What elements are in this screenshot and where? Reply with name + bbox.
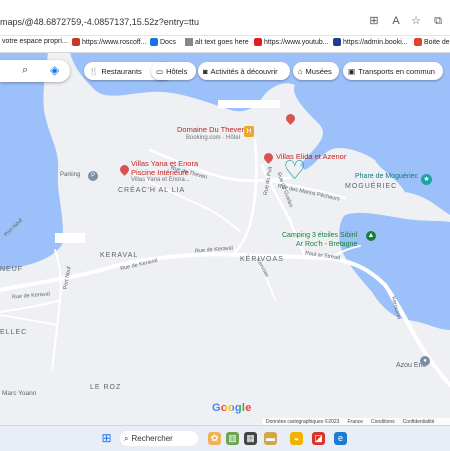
road-port-neuf xyxy=(51,249,62,371)
google-logo: Google xyxy=(212,402,252,414)
business-pin-icon[interactable]: ● xyxy=(420,356,430,366)
bookmark-label: https://www.youtub... xyxy=(264,38,329,46)
docs-icon xyxy=(150,38,158,46)
taskbar: ⊞ ⌕ Rechercher ✿ ▥ ▦ ▬ ◒ ◪ e xyxy=(0,425,450,451)
chip-label: Hôtels xyxy=(166,66,188,76)
youtube-icon xyxy=(254,38,262,46)
train-icon: ▣ xyxy=(348,66,356,76)
taskbar-search[interactable]: ⌕ Rechercher xyxy=(120,431,198,446)
sea-west xyxy=(0,53,63,270)
chip-transports[interactable]: ▣ Transports en commun xyxy=(343,62,443,80)
edge-browser-icon[interactable]: e xyxy=(334,432,347,445)
map-data-credit: Données cartographiques ©2023 xyxy=(266,418,340,425)
bookmark-item[interactable]: https://admin.booki... xyxy=(333,38,408,46)
map-graphic xyxy=(0,53,450,387)
task-view-icon[interactable]: ▦ xyxy=(244,432,257,445)
search-icon: ⌕ xyxy=(124,433,129,443)
chip-label: Activités à découvrir xyxy=(210,66,278,76)
road-keraval-sw xyxy=(0,299,61,313)
bookmarks-bar: votre espace propri... https://www.rosco… xyxy=(0,36,450,53)
mail-icon xyxy=(414,38,422,46)
country-label[interactable]: France xyxy=(347,419,363,425)
terms-link[interactable]: Conditions xyxy=(371,419,395,425)
place-domaine-label[interactable]: Domaine Du Theven xyxy=(177,125,246,134)
address-field[interactable]: maps/@48.6872759,-4.0857137,15.52z?entry… xyxy=(0,17,199,27)
redacted-block xyxy=(55,233,85,243)
place-camping[interactable]: Camping 3 étoiles Sibiril xyxy=(282,231,357,240)
chip-label: Transports en commun xyxy=(358,66,435,76)
bookmark-label: Docs xyxy=(160,38,176,46)
photos-icon[interactable]: ◒ xyxy=(290,432,303,445)
lighthouse-icon[interactable]: ★ xyxy=(421,174,432,185)
place-phare[interactable]: Phare de Moguériec xyxy=(355,173,418,180)
image-icon xyxy=(185,38,193,46)
chip-musees[interactable]: ⌂ Musées xyxy=(293,62,339,80)
area-le-roz: LE ROZ xyxy=(90,384,122,391)
app-icon[interactable]: ◪ xyxy=(312,432,325,445)
directions-icon[interactable]: ◈ xyxy=(50,63,59,77)
heart-icon[interactable]: ♡ xyxy=(283,157,306,183)
parking-label[interactable]: Parking xyxy=(60,172,80,178)
area-creach: CRÉAC'H AL LIA xyxy=(118,187,186,194)
extensions-icon[interactable]: ⊞ xyxy=(368,15,380,27)
search-icon[interactable]: ⌕ xyxy=(22,64,28,77)
google-logo-text: Google xyxy=(212,402,252,414)
site-favicon-icon xyxy=(72,38,80,46)
bookmark-item[interactable]: https://www.roscoff... xyxy=(72,38,146,46)
bookmark-label: https://www.roscoff... xyxy=(82,38,147,46)
chip-activites[interactable]: ◙ Activités à découvrir xyxy=(198,62,290,80)
bookmark-label: Boite de xyxy=(424,38,450,46)
browser-url-bar[interactable]: maps/@48.6872759,-4.0857137,15.52z?entry… xyxy=(0,0,450,36)
bookmark-item[interactable]: Boite de xyxy=(414,38,450,46)
hotel-marker-icon[interactable]: H xyxy=(244,126,254,137)
area-keraval: KERAVAL xyxy=(100,252,139,259)
camping-icon[interactable]: ▲ xyxy=(366,231,376,241)
taskbar-search-label: Rechercher xyxy=(131,434,173,443)
chip-label: Musées xyxy=(305,66,332,76)
read-aloud-icon[interactable]: A xyxy=(390,15,402,27)
widgets-icon[interactable]: ✿ xyxy=(208,432,221,445)
place-domaine-sub: Booking.com · Hôtel xyxy=(186,135,241,141)
windows-start-icon[interactable]: ⊞ xyxy=(100,432,113,445)
booking-icon xyxy=(333,38,341,46)
area-ellec: ELLEC xyxy=(0,329,28,336)
bookmark-item[interactable]: https://www.youtub... xyxy=(254,38,329,46)
favorite-star-icon[interactable]: ☆ xyxy=(410,15,422,27)
chip-label: Restaurants xyxy=(101,66,142,76)
camera-icon: ◙ xyxy=(203,66,208,76)
parking-icon[interactable]: P xyxy=(88,171,98,181)
maps-search-box[interactable]: ⌕ ◈ xyxy=(0,60,70,82)
map-attribution: Données cartographiques ©2023 France Con… xyxy=(262,418,450,425)
place-camping-line2[interactable]: Ar Roc'h - Bretagne xyxy=(296,240,357,249)
bookmark-item[interactable]: votre espace propri... xyxy=(2,38,68,45)
file-folder-icon[interactable]: ▬ xyxy=(264,432,277,445)
bookmark-label: https://admin.booki... xyxy=(343,38,408,46)
map-canvas[interactable]: Domaine Du Theven Booking.com · Hôtel H … xyxy=(0,53,450,425)
bookmark-label: alt text goes here xyxy=(195,38,249,46)
place-marc-yoann[interactable]: Marc Yoann xyxy=(2,390,36,397)
bed-icon: ▭ xyxy=(156,66,164,76)
museum-icon: ⌂ xyxy=(298,66,303,76)
place-villas-yana[interactable]: Villas Yana et Enora xyxy=(131,159,198,168)
privacy-link[interactable]: Confidentialité xyxy=(403,419,435,425)
area-neuf: NEUF xyxy=(0,266,24,273)
collections-icon[interactable]: ⧉ xyxy=(432,15,444,27)
road-west xyxy=(0,314,59,326)
area-mogueriec: MOGUÉRIEC xyxy=(345,183,398,190)
place-villas-yana-sub: Villas Yana et Enora... xyxy=(131,177,190,183)
redacted-block xyxy=(218,100,280,108)
chip-hotels[interactable]: ▭ Hôtels xyxy=(151,62,196,80)
bookmark-item[interactable]: Docs xyxy=(150,38,176,46)
explorer-icon[interactable]: ▥ xyxy=(226,432,239,445)
road-puit xyxy=(230,138,258,257)
bookmark-item[interactable]: alt text goes here xyxy=(185,38,249,46)
fork-knife-icon: 🍴 xyxy=(89,66,99,76)
bookmark-label: votre espace propri... xyxy=(2,38,68,45)
